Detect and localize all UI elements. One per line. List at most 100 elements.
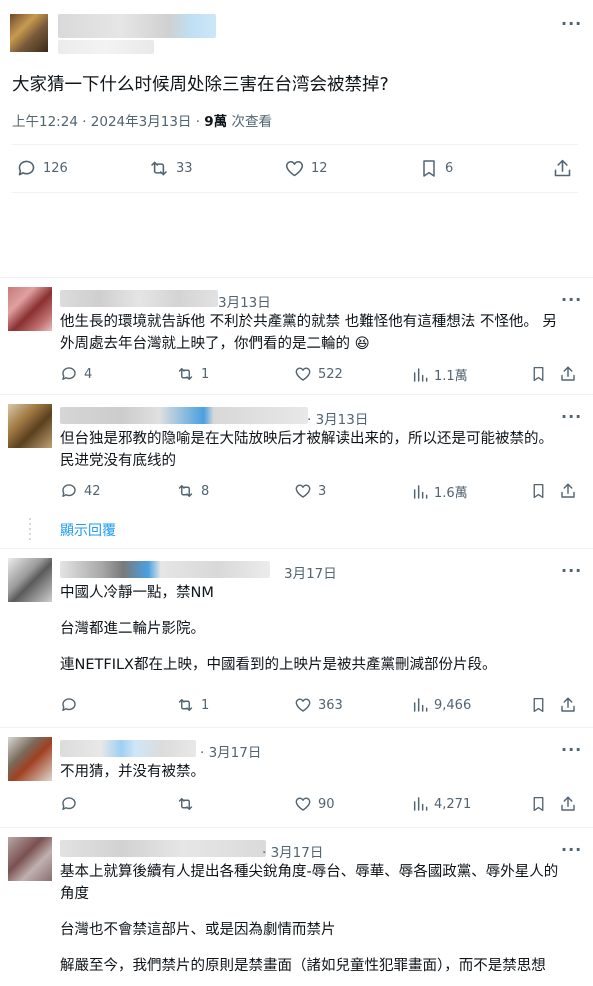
author-name-redacted[interactable]	[60, 740, 196, 757]
share-button[interactable]	[559, 696, 577, 714]
reply-icon	[62, 797, 76, 810]
bookmark-icon	[533, 697, 544, 713]
divider	[12, 144, 578, 145]
repost-icon	[178, 798, 193, 810]
text-line: 台灣都進二輪片影院。	[60, 621, 205, 637]
author-name-redacted[interactable]	[58, 14, 216, 38]
author-handle-redacted[interactable]	[58, 40, 154, 54]
text-line: 連NETFILX都在上映，中國看到的上映片是被共產黨刪減部份片段。	[60, 657, 497, 673]
bookmark-button[interactable]	[530, 482, 547, 500]
author-name-redacted[interactable]	[60, 840, 266, 857]
repost-count: 33	[176, 161, 193, 176]
like-button[interactable]: 12	[284, 158, 328, 179]
share-button[interactable]	[552, 158, 573, 179]
bookmark-icon	[533, 366, 544, 382]
repost-button[interactable]: 33	[148, 158, 193, 179]
text-line: 台灣也不會禁這部片、或是因為劇情而禁片	[60, 922, 336, 938]
reply-date[interactable]: · 3月17日	[200, 741, 261, 761]
reply-button[interactable]: 126	[16, 158, 68, 179]
divider	[0, 277, 593, 278]
more-options-icon[interactable]: ···	[561, 563, 582, 579]
reply-text: 中國人冷靜一點，禁NM 台灣都進二輪片影院。 連NETFILX都在上映，中國看到…	[60, 582, 497, 676]
more-options-icon[interactable]: ···	[561, 16, 582, 32]
like-button[interactable]: 3	[294, 482, 326, 500]
more-options-icon[interactable]: ···	[561, 292, 582, 308]
view-count: 1.6萬	[434, 486, 468, 501]
reply-button[interactable]	[60, 696, 78, 714]
post-timestamp[interactable]: 上午12:24 · 2024年3月13日 ·	[12, 114, 204, 130]
view-count: 4,271	[434, 796, 472, 812]
heart-icon	[285, 160, 304, 177]
share-button[interactable]	[559, 795, 577, 813]
like-button[interactable]: 90	[294, 795, 335, 813]
like-button[interactable]: 522	[294, 365, 343, 383]
show-replies-link[interactable]: 顯示回覆	[60, 520, 116, 540]
thread-dots	[29, 518, 31, 540]
views-button[interactable]: 1.1萬	[412, 365, 468, 384]
divider	[0, 394, 593, 395]
more-options-icon[interactable]: ···	[561, 409, 582, 425]
avatar[interactable]	[8, 404, 52, 448]
repost-icon	[178, 368, 193, 380]
reply-button[interactable]: 4	[60, 365, 92, 383]
more-options-icon[interactable]: ···	[561, 842, 582, 858]
analytics-icon	[413, 484, 428, 499]
divider	[0, 548, 593, 549]
text-line: 解嚴至今，我們禁片的原則是禁畫面（諸如兒童性犯罪畫面），而不是禁思想	[60, 958, 546, 974]
view-count: 9萬	[204, 114, 228, 130]
reply-count: 42	[84, 483, 101, 499]
author-name-redacted[interactable]	[60, 290, 218, 307]
repost-count: 1	[201, 366, 210, 382]
avatar[interactable]	[8, 287, 52, 331]
avatar[interactable]	[8, 737, 52, 781]
share-icon	[561, 697, 575, 712]
heart-icon	[295, 367, 311, 381]
text-line: 他生長的環境就告訴他 不利於共產黨的就禁 也難怪他有這種想法 不怪他。 另	[60, 314, 557, 330]
bookmark-button[interactable]	[530, 696, 547, 714]
more-options-icon[interactable]: ···	[561, 742, 582, 758]
avatar[interactable]	[8, 558, 52, 602]
post-text: 大家猜一下什么时候周处除三害在台湾会被禁掉?	[12, 75, 389, 95]
like-count: 3	[318, 483, 327, 499]
view-count: 1.1萬	[434, 369, 468, 384]
author-name-redacted[interactable]	[60, 407, 308, 424]
analytics-icon	[413, 797, 428, 811]
post-meta: 上午12:24 · 2024年3月13日 · 9萬 次查看	[12, 110, 272, 130]
share-button[interactable]	[559, 365, 577, 383]
bookmark-button[interactable]: 6	[419, 158, 453, 179]
author-name-redacted[interactable]	[60, 561, 270, 578]
bookmark-count: 6	[445, 161, 454, 176]
like-count: 90	[318, 796, 335, 812]
reply-count: 4	[84, 366, 93, 382]
reply-text: 他生長的環境就告訴他 不利於共產黨的就禁 也難怪他有這種想法 不怪他。 另 外周…	[60, 311, 557, 355]
bookmark-icon	[533, 483, 544, 499]
reply-date[interactable]: · 3月17日	[262, 841, 323, 861]
share-button[interactable]	[559, 482, 577, 500]
divider	[0, 827, 593, 828]
reply-date[interactable]: 3月17日	[284, 562, 337, 582]
bookmark-button[interactable]	[530, 795, 547, 813]
bookmark-button[interactable]	[530, 365, 547, 383]
bookmark-icon	[533, 796, 544, 812]
views-button[interactable]: 9,466	[412, 696, 471, 714]
analytics-icon	[413, 698, 428, 712]
reply-button[interactable]	[60, 795, 78, 813]
avatar[interactable]	[8, 837, 52, 881]
like-count: 12	[311, 161, 328, 176]
like-button[interactable]: 363	[294, 696, 343, 714]
views-button[interactable]: 1.6萬	[412, 482, 468, 501]
view-label: 次查看	[227, 114, 272, 130]
repost-button[interactable]: 1	[176, 696, 209, 714]
share-icon	[561, 483, 575, 498]
views-button[interactable]: 4,271	[412, 795, 471, 813]
repost-button[interactable]: 1	[176, 365, 209, 383]
reply-date[interactable]: · 3月13日	[307, 408, 368, 428]
reply-date[interactable]: 3月13日	[218, 291, 271, 311]
avatar[interactable]	[10, 14, 48, 52]
repost-button[interactable]: 8	[176, 482, 209, 500]
repost-button[interactable]	[176, 795, 195, 813]
heart-icon	[295, 797, 311, 811]
repost-icon	[178, 485, 193, 497]
reply-button[interactable]: 42	[60, 482, 101, 500]
